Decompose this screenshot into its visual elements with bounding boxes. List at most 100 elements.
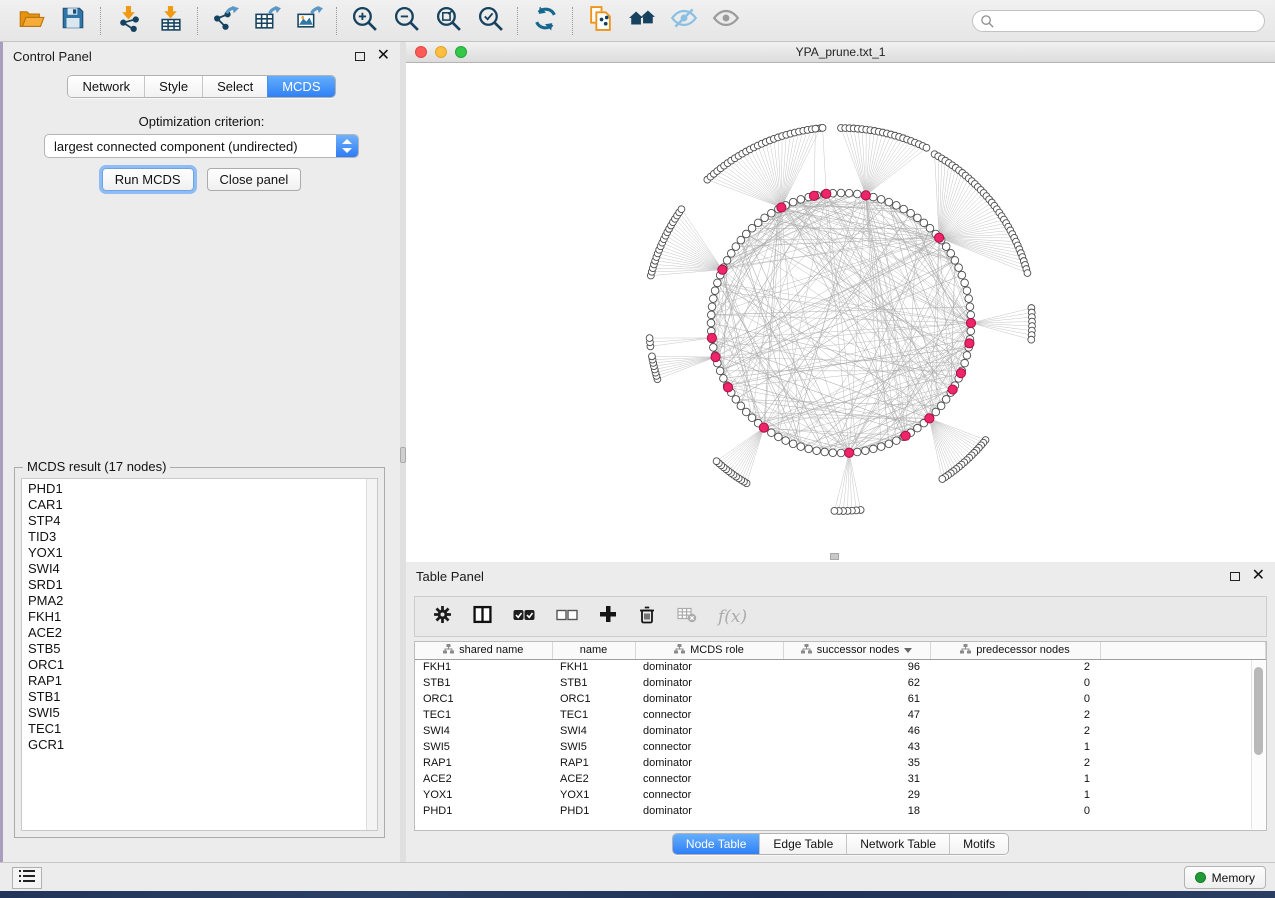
tab-network-table[interactable]: Network Table: [846, 834, 949, 854]
table-row[interactable]: SWI5SWI5connector431: [415, 739, 1266, 755]
tab-motifs[interactable]: Motifs: [949, 834, 1008, 854]
tab-select[interactable]: Select: [202, 76, 267, 97]
zoom-selected-icon: [477, 5, 504, 37]
mcds-result-item[interactable]: RAP1: [28, 673, 377, 689]
close-panel-icon[interactable]: ✕: [377, 50, 390, 62]
network-canvas[interactable]: [406, 63, 1275, 561]
import-network-button[interactable]: [107, 3, 149, 39]
table-row[interactable]: RAP1RAP1dominator352: [415, 755, 1266, 771]
eye-slash-icon: [670, 4, 698, 37]
table-row[interactable]: ORC1ORC1dominator610: [415, 691, 1266, 707]
open-file-button[interactable]: [10, 3, 52, 39]
delete-row-button[interactable]: [638, 605, 656, 629]
mcds-result-item[interactable]: CAR1: [28, 497, 377, 513]
duplicate-network-button[interactable]: [579, 3, 621, 39]
col-name[interactable]: name: [552, 642, 635, 659]
toolbar-separator: [100, 7, 101, 35]
zoom-out-button[interactable]: [385, 3, 427, 39]
col-shared-name[interactable]: shared name: [415, 642, 552, 659]
result-scrollbar[interactable]: [366, 479, 377, 830]
scrollbar-thumb[interactable]: [1254, 667, 1263, 755]
mcds-result-item[interactable]: TEC1: [28, 721, 377, 737]
mcds-result-item[interactable]: TID3: [28, 529, 377, 545]
table-settings-button[interactable]: [433, 605, 452, 629]
mcds-result-item[interactable]: SWI4: [28, 561, 377, 577]
tab-mcds[interactable]: MCDS: [267, 76, 334, 97]
criterion-dropdown[interactable]: largest connected component (undirected): [44, 134, 359, 158]
table-row[interactable]: SWI4SWI4dominator462: [415, 723, 1266, 739]
table-row[interactable]: STB1STB1dominator620: [415, 675, 1266, 691]
first-neighbors-button[interactable]: [621, 3, 663, 39]
col-filler: [1100, 642, 1266, 659]
import-table-button[interactable]: [149, 3, 191, 39]
tab-network[interactable]: Network: [68, 76, 144, 97]
table-row[interactable]: YOX1YOX1connector291: [415, 787, 1266, 803]
network-window-titlebar[interactable]: YPA_prune.txt_1: [406, 42, 1275, 63]
export-network-icon: [212, 5, 239, 37]
mcds-result-item[interactable]: STP4: [28, 513, 377, 529]
tab-style[interactable]: Style: [144, 76, 202, 97]
float-panel-icon[interactable]: [1230, 572, 1240, 581]
select-all-button[interactable]: [513, 608, 535, 626]
delete-table-button[interactable]: [677, 605, 697, 628]
col-successor-nodes[interactable]: successor nodes: [783, 642, 930, 659]
mcds-result-item[interactable]: PMA2: [28, 593, 377, 609]
function-builder-button[interactable]: f(x): [718, 607, 747, 627]
save-session-button[interactable]: [52, 3, 94, 39]
table-row[interactable]: FKH1FKH1dominator962: [415, 659, 1266, 675]
refresh-button[interactable]: [524, 3, 566, 39]
memory-button[interactable]: Memory: [1184, 866, 1266, 889]
mcds-result-item[interactable]: GCR1: [28, 737, 377, 753]
mcds-result-list: PHD1CAR1STP4TID3YOX1SWI4SRD1PMA2FKH1ACE2…: [21, 478, 378, 831]
col-predecessor-nodes[interactable]: predecessor nodes: [930, 642, 1100, 659]
search-input[interactable]: [999, 13, 1239, 29]
search-field: [972, 10, 1265, 32]
mcds-result-item[interactable]: PHD1: [28, 481, 377, 497]
export-image-button[interactable]: [288, 3, 330, 39]
mcds-result-item[interactable]: SRD1: [28, 577, 377, 593]
mcds-result-item[interactable]: STB1: [28, 689, 377, 705]
toolbar-separator: [572, 7, 573, 35]
optimization-criterion-label: Optimization criterion:: [3, 114, 400, 129]
show-columns-button[interactable]: [473, 605, 492, 629]
close-panel-button[interactable]: Close panel: [207, 168, 302, 191]
mcds-result-item[interactable]: STB5: [28, 641, 377, 657]
show-all-button[interactable]: [705, 3, 747, 39]
tab-node-table[interactable]: Node Table: [673, 834, 760, 854]
zoom-in-icon: [351, 5, 378, 37]
open-folder-icon: [18, 5, 45, 37]
mcds-result-item[interactable]: ORC1: [28, 657, 377, 673]
close-panel-icon[interactable]: ✕: [1252, 570, 1265, 582]
deselect-all-button[interactable]: [556, 608, 578, 626]
memory-status-icon: [1195, 872, 1206, 883]
node-table: shared name name MCDS role successor nod…: [414, 641, 1267, 831]
export-image-icon: [296, 5, 323, 37]
table-scrollbar[interactable]: [1251, 660, 1265, 829]
task-history-button[interactable]: [12, 867, 42, 889]
float-panel-icon[interactable]: [355, 52, 365, 61]
col-mcds-role[interactable]: MCDS role: [635, 642, 783, 659]
zoom-selected-button[interactable]: [469, 3, 511, 39]
table-row[interactable]: ACE2ACE2connector311: [415, 771, 1266, 787]
tab-edge-table[interactable]: Edge Table: [759, 834, 846, 854]
zoom-fit-button[interactable]: [427, 3, 469, 39]
mcds-result-item[interactable]: ACE2: [28, 625, 377, 641]
table-tabbar: Node Table Edge Table Network Table Moti…: [672, 833, 1009, 855]
unchecked-boxes-icon: [556, 608, 578, 626]
table-panel-title: Table Panel: [416, 569, 484, 584]
table-row[interactable]: PHD1PHD1dominator180: [415, 803, 1266, 819]
mcds-result-item[interactable]: YOX1: [28, 545, 377, 561]
run-mcds-button[interactable]: Run MCDS: [102, 168, 194, 191]
export-table-button[interactable]: [246, 3, 288, 39]
add-row-button[interactable]: [599, 605, 617, 628]
export-network-button[interactable]: [204, 3, 246, 39]
mcds-result-item[interactable]: SWI5: [28, 705, 377, 721]
hide-selected-button[interactable]: [663, 3, 705, 39]
application-window: Control Panel ✕ Network Style Select MCD…: [0, 0, 1275, 898]
horizontal-splitter-handle[interactable]: [830, 553, 839, 560]
zoom-in-button[interactable]: [343, 3, 385, 39]
gear-icon: [433, 605, 452, 629]
table-row[interactable]: TEC1TEC1connector472: [415, 707, 1266, 723]
attribute-icon: [674, 644, 685, 657]
mcds-result-item[interactable]: FKH1: [28, 609, 377, 625]
